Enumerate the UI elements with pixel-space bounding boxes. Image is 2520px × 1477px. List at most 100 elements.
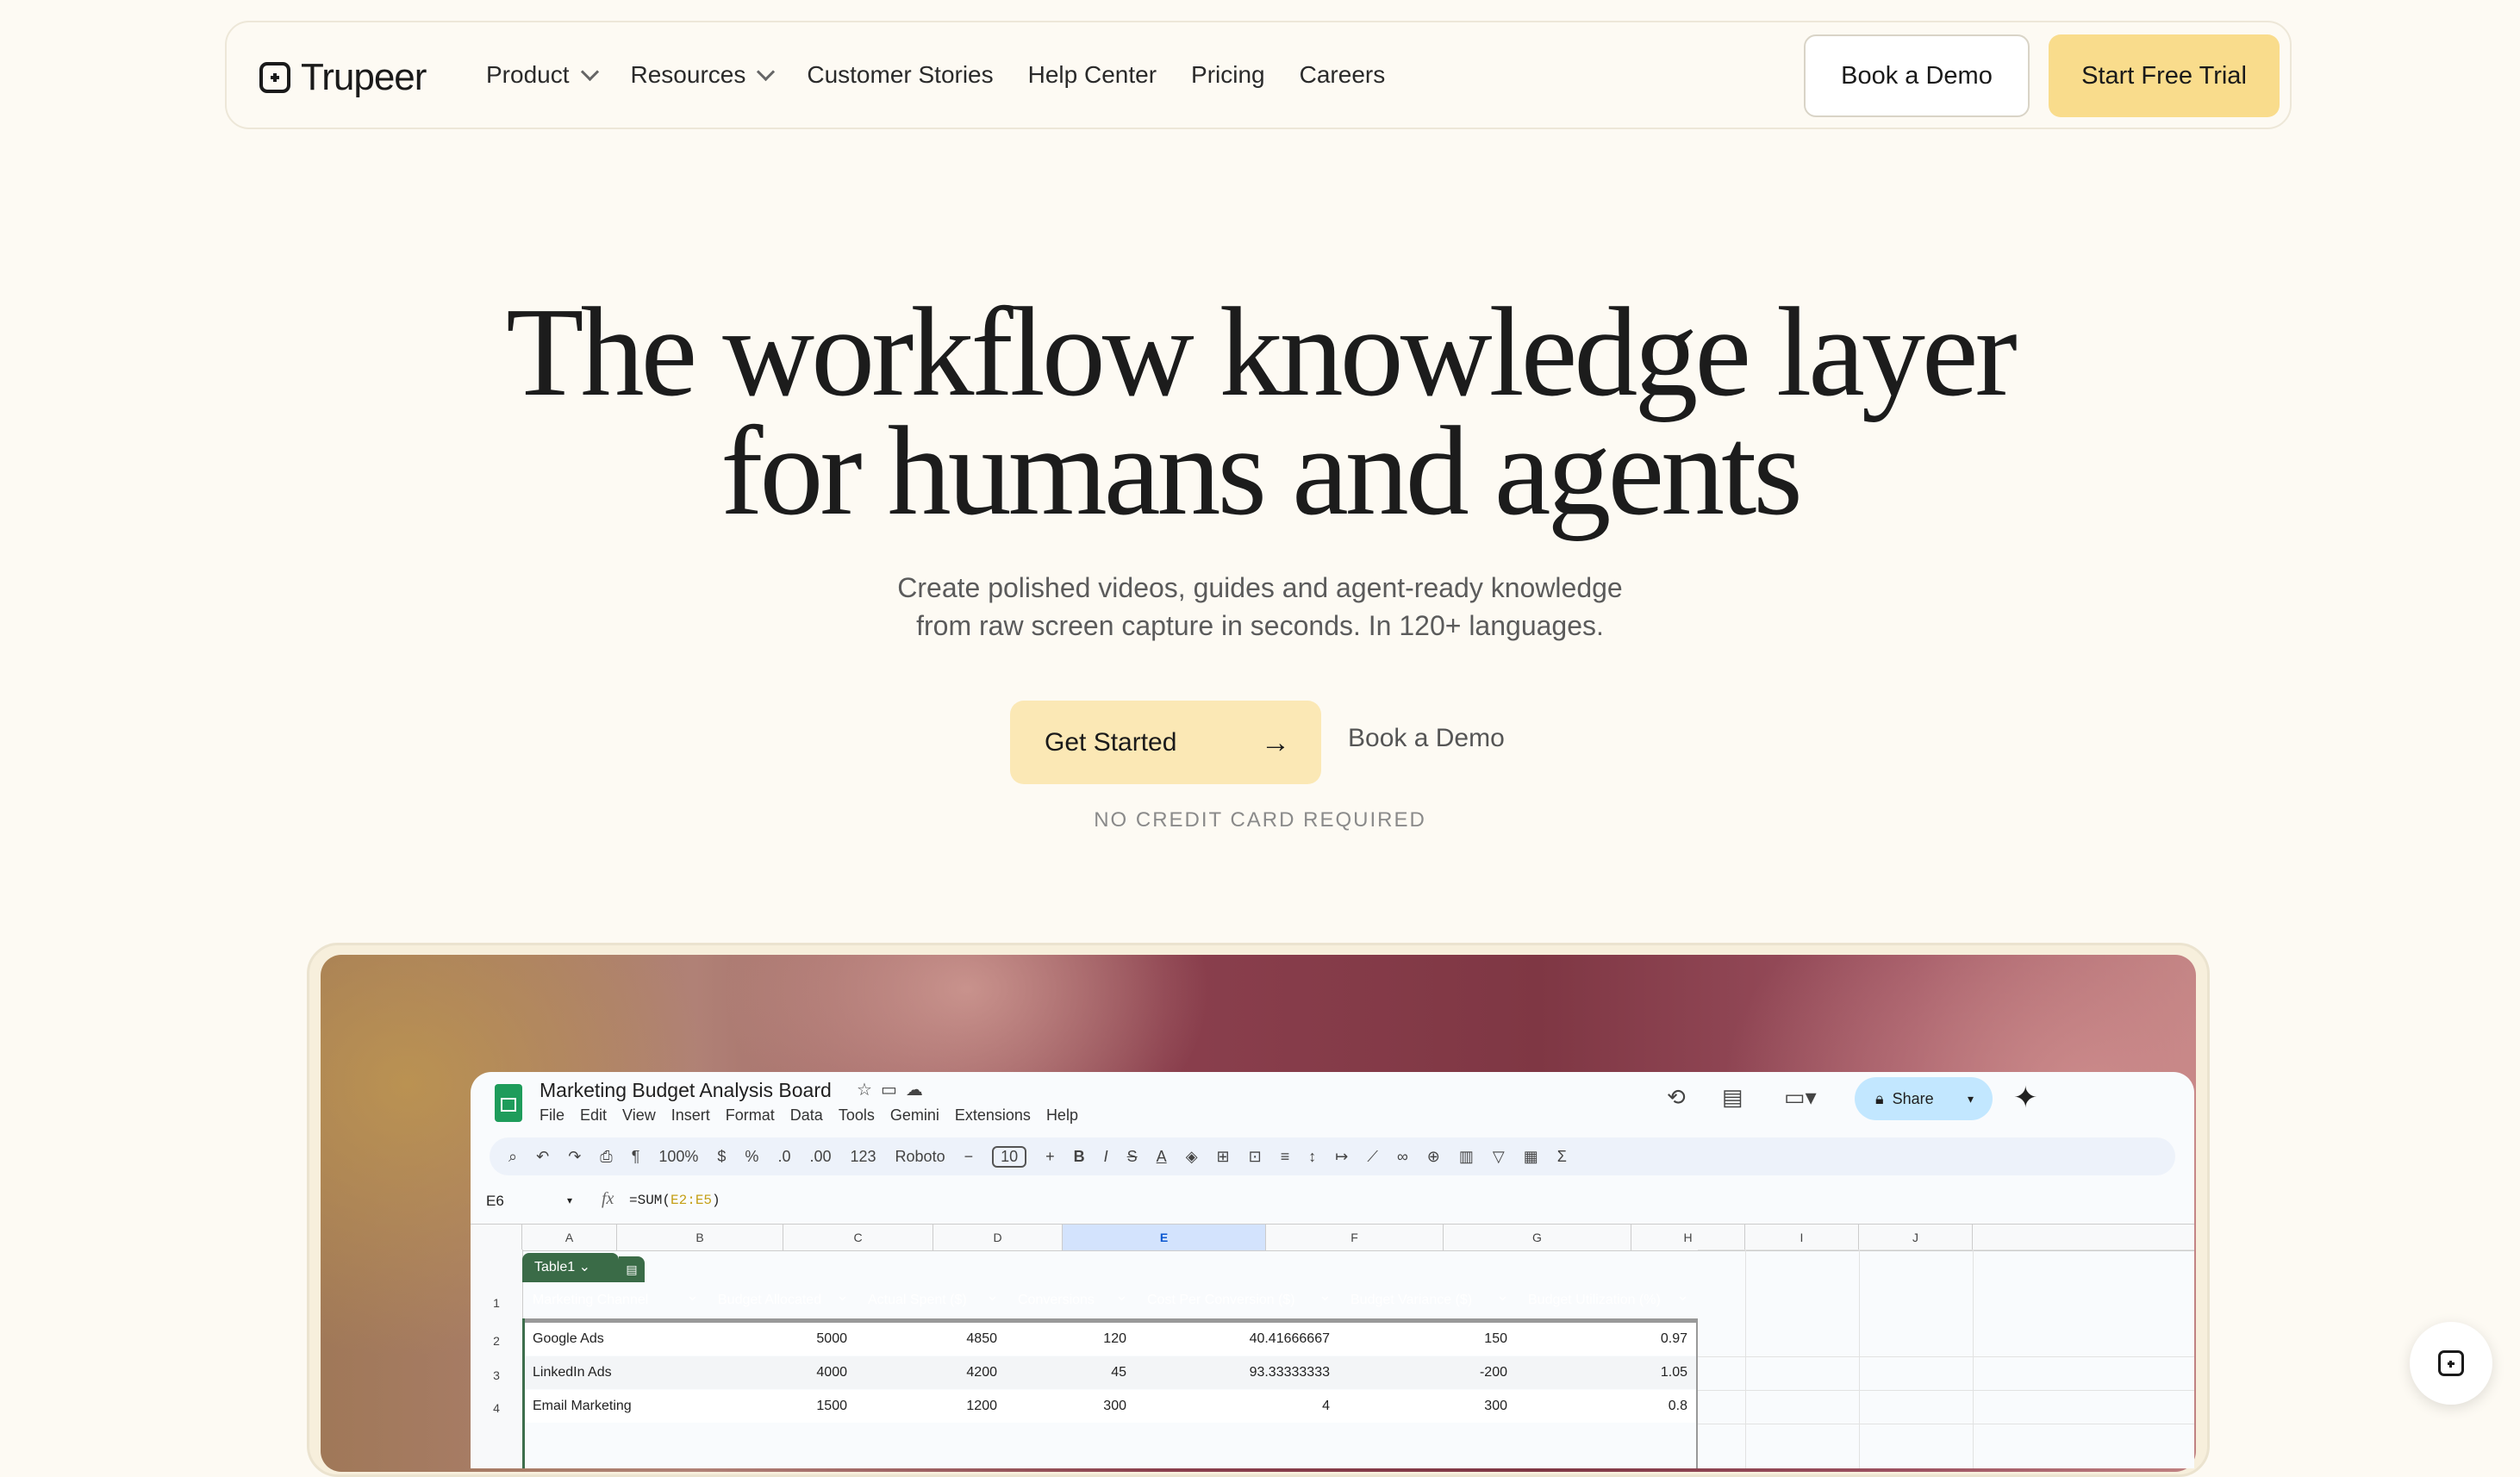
- cell[interactable]: 1500: [708, 1390, 858, 1423]
- share-button[interactable]: 🔒︎ Share ▾: [1855, 1077, 1993, 1120]
- merge-icon[interactable]: ⊡: [1249, 1148, 1262, 1166]
- filter-icon[interactable]: ▽: [1493, 1148, 1505, 1166]
- name-box-dropdown-icon[interactable]: ▾: [567, 1194, 572, 1206]
- cell[interactable]: 45: [1007, 1356, 1137, 1389]
- redo-icon[interactable]: ↷: [568, 1148, 581, 1166]
- nav-resources[interactable]: Resources: [631, 61, 776, 89]
- menu-data[interactable]: Data: [790, 1106, 823, 1125]
- row-number[interactable]: 2: [471, 1334, 522, 1348]
- cell[interactable]: -200: [1340, 1356, 1518, 1389]
- table-header-cell[interactable]: Marketing Channel: [522, 1282, 708, 1318]
- menu-extensions[interactable]: Extensions: [955, 1106, 1031, 1125]
- zoom-select[interactable]: 100%: [658, 1148, 698, 1166]
- increase-decimal[interactable]: .00: [809, 1148, 831, 1166]
- cell[interactable]: 1.05: [1518, 1356, 1698, 1389]
- rotate-icon[interactable]: ⟋: [1367, 1148, 1378, 1166]
- table-header-cell[interactable]: Budget Allocated: [708, 1282, 858, 1318]
- font-size-minus[interactable]: −: [964, 1148, 974, 1166]
- cell[interactable]: 4000: [708, 1356, 858, 1389]
- menu-tools[interactable]: Tools: [839, 1106, 875, 1125]
- book-demo-button[interactable]: Book a Demo: [1804, 34, 2030, 117]
- history-icon[interactable]: ⟲: [1667, 1084, 1686, 1111]
- table-header-cell[interactable]: Actual Spent ($): [858, 1282, 1007, 1318]
- row-number[interactable]: 4: [471, 1401, 522, 1415]
- formula-input[interactable]: =SUM(E2:E5): [629, 1193, 720, 1208]
- column-header-c[interactable]: C: [783, 1225, 933, 1250]
- percent-format[interactable]: %: [745, 1148, 758, 1166]
- name-box[interactable]: E6: [486, 1193, 504, 1210]
- column-header-j[interactable]: J: [1859, 1225, 1973, 1250]
- menu-gemini[interactable]: Gemini: [890, 1106, 939, 1125]
- text-color-icon[interactable]: A: [1157, 1148, 1167, 1166]
- column-header-h[interactable]: H: [1631, 1225, 1745, 1250]
- meet-icon[interactable]: ▭▾: [1784, 1084, 1817, 1111]
- bold-icon[interactable]: B: [1074, 1148, 1085, 1166]
- cell[interactable]: 5000: [708, 1323, 858, 1355]
- cell[interactable]: 4: [1137, 1390, 1340, 1423]
- font-size-input[interactable]: 10: [992, 1145, 1027, 1168]
- cell[interactable]: 0.97: [1518, 1323, 1698, 1355]
- hero-book-demo-link[interactable]: Book a Demo: [1348, 724, 1505, 753]
- cell[interactable]: Email Marketing: [522, 1390, 708, 1423]
- paint-format-icon[interactable]: ¶: [632, 1148, 640, 1166]
- column-header-d[interactable]: D: [933, 1225, 1063, 1250]
- table-header-cell[interactable]: Budget Utilization (%): [1518, 1282, 1698, 1318]
- link-icon[interactable]: ∞: [1397, 1148, 1408, 1166]
- fill-color-icon[interactable]: ◈: [1186, 1148, 1198, 1166]
- table-header-cell[interactable]: Budget Variance ($): [1340, 1282, 1518, 1318]
- undo-icon[interactable]: ↶: [536, 1148, 549, 1166]
- column-header-i[interactable]: I: [1745, 1225, 1859, 1250]
- cell[interactable]: LinkedIn Ads: [522, 1356, 708, 1389]
- cell[interactable]: 4850: [858, 1323, 1007, 1355]
- table-view-icon[interactable]: ▦: [1524, 1148, 1538, 1166]
- cell[interactable]: 93.33333333: [1137, 1356, 1340, 1389]
- font-size-plus[interactable]: +: [1045, 1148, 1055, 1166]
- chart-icon[interactable]: ▥: [1459, 1148, 1474, 1166]
- table-header-cell[interactable]: Cost Per Conversion ($): [1137, 1282, 1340, 1318]
- cell[interactable]: 0.8: [1518, 1390, 1698, 1423]
- table-name-tab[interactable]: Table1 ⌄: [522, 1253, 619, 1282]
- column-header-f[interactable]: F: [1266, 1225, 1444, 1250]
- get-started-button[interactable]: Get Started →: [1010, 701, 1321, 784]
- nav-careers[interactable]: Careers: [1300, 61, 1386, 89]
- start-free-trial-button[interactable]: Start Free Trial: [2049, 34, 2280, 117]
- nav-product[interactable]: Product: [486, 61, 599, 89]
- share-dropdown-icon[interactable]: ▾: [1968, 1092, 1974, 1106]
- star-icon[interactable]: ☆: [857, 1081, 881, 1100]
- cell[interactable]: 120: [1007, 1323, 1137, 1355]
- trupeer-logo[interactable]: Trupeer: [259, 56, 427, 98]
- column-header-a[interactable]: A: [522, 1225, 617, 1250]
- menu-file[interactable]: File: [540, 1106, 565, 1125]
- currency-format[interactable]: $: [717, 1148, 726, 1166]
- cell[interactable]: 4200: [858, 1356, 1007, 1389]
- comment-icon[interactable]: ▤: [1722, 1084, 1743, 1111]
- search-icon[interactable]: ⌕: [508, 1148, 517, 1166]
- print-icon[interactable]: ⎙: [600, 1148, 612, 1166]
- functions-icon[interactable]: Σ: [1557, 1148, 1567, 1166]
- align-icon[interactable]: ≡: [1281, 1148, 1290, 1166]
- row-number[interactable]: 3: [471, 1368, 522, 1382]
- chat-widget-button[interactable]: [2410, 1322, 2492, 1405]
- cell[interactable]: 1200: [858, 1390, 1007, 1423]
- cell[interactable]: 300: [1007, 1390, 1137, 1423]
- column-header-e[interactable]: E: [1063, 1225, 1266, 1250]
- menu-insert[interactable]: Insert: [671, 1106, 710, 1125]
- cell[interactable]: 300: [1340, 1390, 1518, 1423]
- row-number[interactable]: 1: [471, 1296, 522, 1310]
- nav-customer-stories[interactable]: Customer Stories: [807, 61, 993, 89]
- table-options-icon[interactable]: ▤: [619, 1256, 645, 1282]
- table-header-cell[interactable]: Conversions: [1007, 1282, 1137, 1318]
- borders-icon[interactable]: ⊞: [1217, 1148, 1230, 1166]
- cell[interactable]: Google Ads: [522, 1323, 708, 1355]
- comment-add-icon[interactable]: ⊕: [1427, 1148, 1440, 1166]
- italic-icon[interactable]: I: [1104, 1148, 1108, 1166]
- font-select[interactable]: Roboto: [895, 1148, 945, 1166]
- decrease-decimal[interactable]: .0: [777, 1148, 790, 1166]
- corner-cell[interactable]: [471, 1225, 522, 1250]
- cell[interactable]: 40.41666667: [1137, 1323, 1340, 1355]
- cell[interactable]: 150: [1340, 1323, 1518, 1355]
- folder-icon[interactable]: ▭: [881, 1081, 906, 1100]
- strikethrough-icon[interactable]: S: [1127, 1148, 1138, 1166]
- menu-help[interactable]: Help: [1046, 1106, 1078, 1125]
- menu-format[interactable]: Format: [726, 1106, 775, 1125]
